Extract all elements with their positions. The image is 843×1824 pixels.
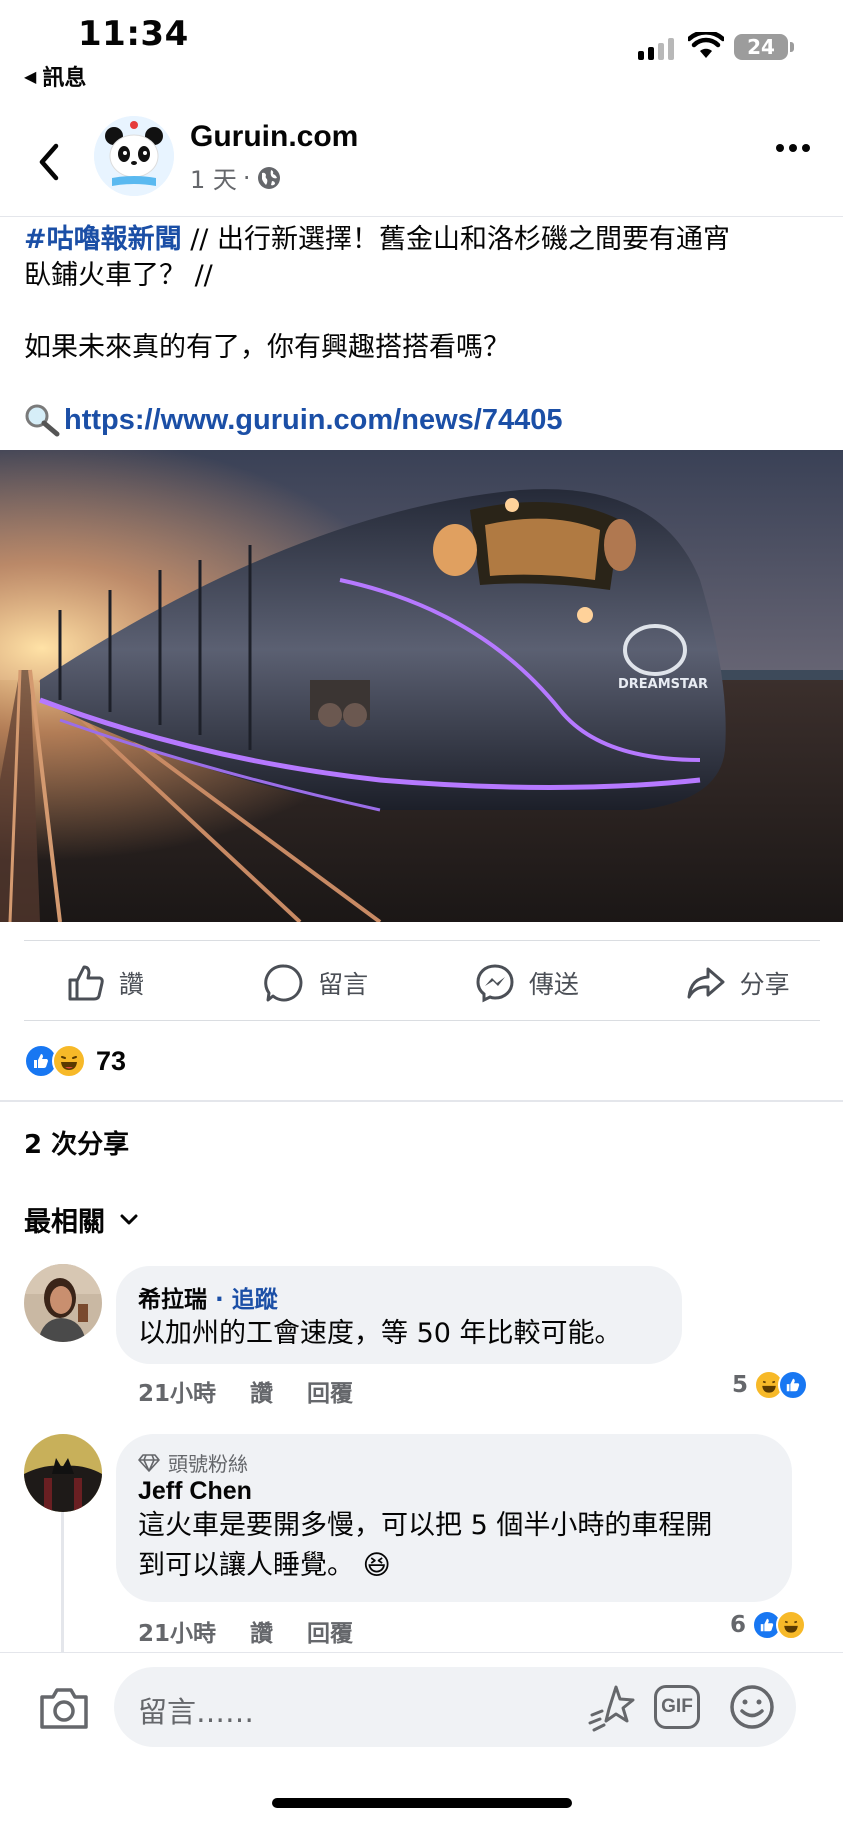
action-divider-top — [24, 940, 820, 941]
train-logo-text: DREAMSTAR — [618, 677, 708, 692]
battery-indicator: 24 — [734, 34, 788, 60]
badge-label: 頭號粉絲 — [168, 1452, 248, 1476]
emoji-icon[interactable] — [728, 1683, 776, 1731]
comment-sort-dropdown[interactable]: 最相關 — [24, 1200, 139, 1239]
send-label: 傳送 — [528, 970, 579, 999]
comment-text-line1: 這火車是要開多慢，可以把 5 個半小時的車程開 — [138, 1510, 713, 1541]
page-name[interactable]: Guruin.com — [190, 120, 358, 154]
comment-text-line2: 到可以讓人睡覺。 😆 — [138, 1550, 391, 1581]
post-text-line3: 如果未來真的有了，你有興趣搭搭看嗎？ — [24, 332, 510, 363]
post-meta: 1 天 · — [190, 160, 281, 195]
camera-icon[interactable] — [38, 1685, 90, 1731]
like-label: 讚 — [118, 970, 144, 999]
shares-count[interactable]: 2 次分享 — [24, 1124, 129, 1161]
comment-time: 21小時 — [138, 1381, 217, 1407]
comment-text: 以加州的工會速度，等 50 年比較可能。 — [138, 1318, 622, 1349]
page-avatar[interactable] — [94, 116, 174, 196]
share-label: 分享 — [739, 970, 790, 999]
haha-reaction-icon — [52, 1044, 86, 1078]
comment-reaction-count: 6 — [730, 1612, 747, 1638]
comment-composer: 留言…… GIF — [0, 1652, 843, 1824]
comment-author[interactable]: Jeff Chen — [138, 1477, 770, 1506]
share-button[interactable]: 分享 — [632, 950, 843, 1016]
cellular-signal-icon — [638, 36, 674, 60]
sort-label: 最相關 — [24, 1207, 105, 1238]
meta-dot: · — [242, 163, 251, 192]
comment-reply-button[interactable]: 回覆 — [307, 1374, 353, 1408]
post-image[interactable]: DREAMSTAR — [0, 450, 843, 922]
action-divider-bottom — [24, 1020, 820, 1021]
back-chevron-icon[interactable] — [30, 132, 70, 192]
avatar-sticker-icon[interactable] — [584, 1681, 638, 1735]
like-button[interactable]: 讚 — [0, 950, 211, 1016]
chevron-down-icon — [120, 1214, 138, 1224]
comment-author[interactable]: 希拉瑞 — [138, 1287, 207, 1313]
post-age: 1 天 — [190, 166, 237, 194]
commenter-avatar[interactable] — [24, 1434, 102, 1512]
status-time: 11:34 — [78, 14, 189, 54]
comment-bubble[interactable]: 頭號粉絲 Jeff Chen 這火車是要開多慢，可以把 5 個半小時的車程開 到… — [116, 1434, 792, 1602]
commenter-avatar[interactable] — [24, 1264, 102, 1342]
share-arrow-icon — [687, 967, 725, 999]
send-button[interactable]: 傳送 — [422, 950, 633, 1016]
comment-reply-button[interactable]: 回覆 — [307, 1614, 353, 1648]
top-fan-badge: 頭號粉絲 — [138, 1448, 770, 1477]
back-triangle-icon: ◀ — [24, 66, 37, 86]
action-bar: 讚 留言 傳送 分享 — [0, 950, 843, 1016]
wifi-icon — [688, 32, 724, 58]
magnifier-icon — [25, 404, 60, 437]
comment-bubble[interactable]: 希拉瑞 · 追蹤 以加州的工會速度，等 50 年比較可能。 — [116, 1266, 682, 1364]
follow-link[interactable]: · 追蹤 — [215, 1287, 278, 1313]
post-line-1: #咕嚕報新聞 // 出行新選擇！舊金山和洛杉磯之間要有通宵 — [24, 222, 824, 258]
comment-meta: 21小時 讚 回覆 — [138, 1374, 353, 1408]
reactions-summary[interactable]: 73 — [24, 1044, 126, 1078]
reply-thread-line — [61, 1512, 64, 1657]
status-bar: 11:34 ◀ 訊息 24 — [0, 0, 843, 100]
panda-logo-icon — [94, 116, 174, 196]
post-text: #咕嚕報新聞 // 出行新選擇！舊金山和洛杉磯之間要有通宵 臥鋪火車了？ // … — [24, 222, 824, 438]
comment-reaction-count: 5 — [732, 1372, 749, 1398]
post-header: Guruin.com 1 天 · — [0, 108, 843, 218]
comment-meta: 21小時 讚 回覆 — [138, 1614, 353, 1648]
battery-tip — [790, 42, 794, 52]
reaction-count: 73 — [96, 1045, 127, 1076]
hashtag-link[interactable]: #咕嚕報新聞 — [24, 224, 182, 255]
comment-author-line: 希拉瑞 · 追蹤 — [138, 1280, 660, 1314]
section-divider — [0, 1100, 843, 1102]
comment-reactions[interactable]: 6 — [730, 1610, 807, 1640]
haha-reaction-icon — [776, 1610, 807, 1640]
back-to-messages[interactable]: ◀ 訊息 — [24, 60, 86, 92]
comment-reactions[interactable]: 5 — [732, 1370, 809, 1400]
comment-time: 21小時 — [138, 1621, 217, 1647]
post-link[interactable]: https://www.guruin.com/news/74405 — [64, 402, 562, 438]
like-reaction-icon — [778, 1370, 809, 1400]
thumbs-up-icon — [68, 965, 104, 1001]
comment-label: 留言 — [318, 970, 369, 999]
back-label: 訊息 — [42, 66, 87, 91]
more-options-icon[interactable] — [776, 144, 810, 152]
train-illustration: DREAMSTAR — [0, 450, 843, 922]
comment-input[interactable]: 留言…… GIF — [114, 1667, 796, 1747]
gif-button[interactable]: GIF — [654, 1685, 700, 1729]
header-divider — [0, 216, 843, 217]
comment-button[interactable]: 留言 — [211, 950, 422, 1016]
post-text-line2: 臥鋪火車了？ // — [24, 260, 213, 291]
home-indicator — [272, 1798, 572, 1808]
diamond-icon — [138, 1453, 160, 1472]
post-link-line: https://www.guruin.com/news/74405 — [24, 402, 824, 438]
post-text-line1: // 出行新選擇！舊金山和洛杉磯之間要有通宵 — [181, 224, 730, 255]
comment-placeholder: 留言…… — [138, 1695, 255, 1729]
comment-like-button[interactable]: 讚 — [250, 1374, 273, 1408]
comment-bubble-icon — [264, 964, 303, 1002]
comment-like-button[interactable]: 讚 — [250, 1614, 273, 1648]
messenger-icon — [476, 964, 514, 1003]
globe-icon — [257, 166, 280, 189]
